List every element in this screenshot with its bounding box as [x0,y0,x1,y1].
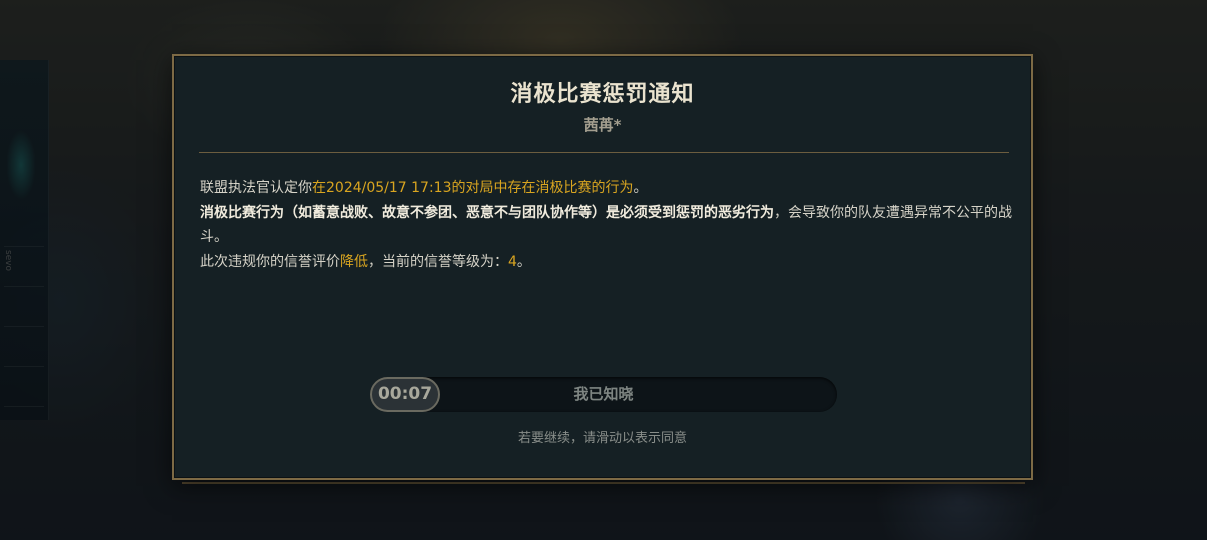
notice-line-3: 此次违规你的信誉评价降低，当前的信誉等级为：4。 [200,250,1012,275]
match-time-highlight: 在2024/05/17 17:13的对局中存在消极比赛的行为 [312,180,634,196]
notice-line-1: 联盟执法官认定你在2024/05/17 17:13的对局中存在消极比赛的行为。 [200,176,1012,201]
notice-body: 联盟执法官认定你在2024/05/17 17:13的对局中存在消极比赛的行为。 … [200,176,1012,274]
modal-bottom-edge [182,482,1025,484]
line3-suffix: 。 [516,253,531,270]
behavior-definition: 消极比赛行为（如蓄意战败、故意不参团、恶意不与团队协作等）是必须受到惩罚的恶劣行… [200,204,774,221]
line3-middle: ，当前的信誉等级为： [368,253,508,270]
slide-hint: 若要继续，请滑动以表示同意 [517,431,687,446]
dialog-title: 消极比赛惩罚通知 [510,82,695,107]
title-divider [199,152,1009,153]
penalty-notice-dialog: 消极比赛惩罚通知 茜苒* 联盟执法官认定你在2024/05/17 17:13的对… [172,54,1033,480]
line1-suffix: 。 [633,180,648,196]
player-name: 茜苒* [583,116,622,134]
slider-label: 我已知晓 [573,385,634,403]
notice-line-2: 消极比赛行为（如蓄意战败、故意不参团、恶意不与团队协作等）是必须受到惩罚的恶劣行… [200,201,1012,250]
acknowledge-slider[interactable]: 00:07 我已知晓 [370,377,837,412]
honor-level-value: 4 [508,253,517,270]
line3-prefix: 此次违规你的信誉评价 [200,253,340,270]
slider-handle-timer[interactable]: 00:07 [370,377,440,412]
rating-decrease-highlight: 降低 [340,253,368,270]
line1-prefix: 联盟执法官认定你 [200,180,312,196]
